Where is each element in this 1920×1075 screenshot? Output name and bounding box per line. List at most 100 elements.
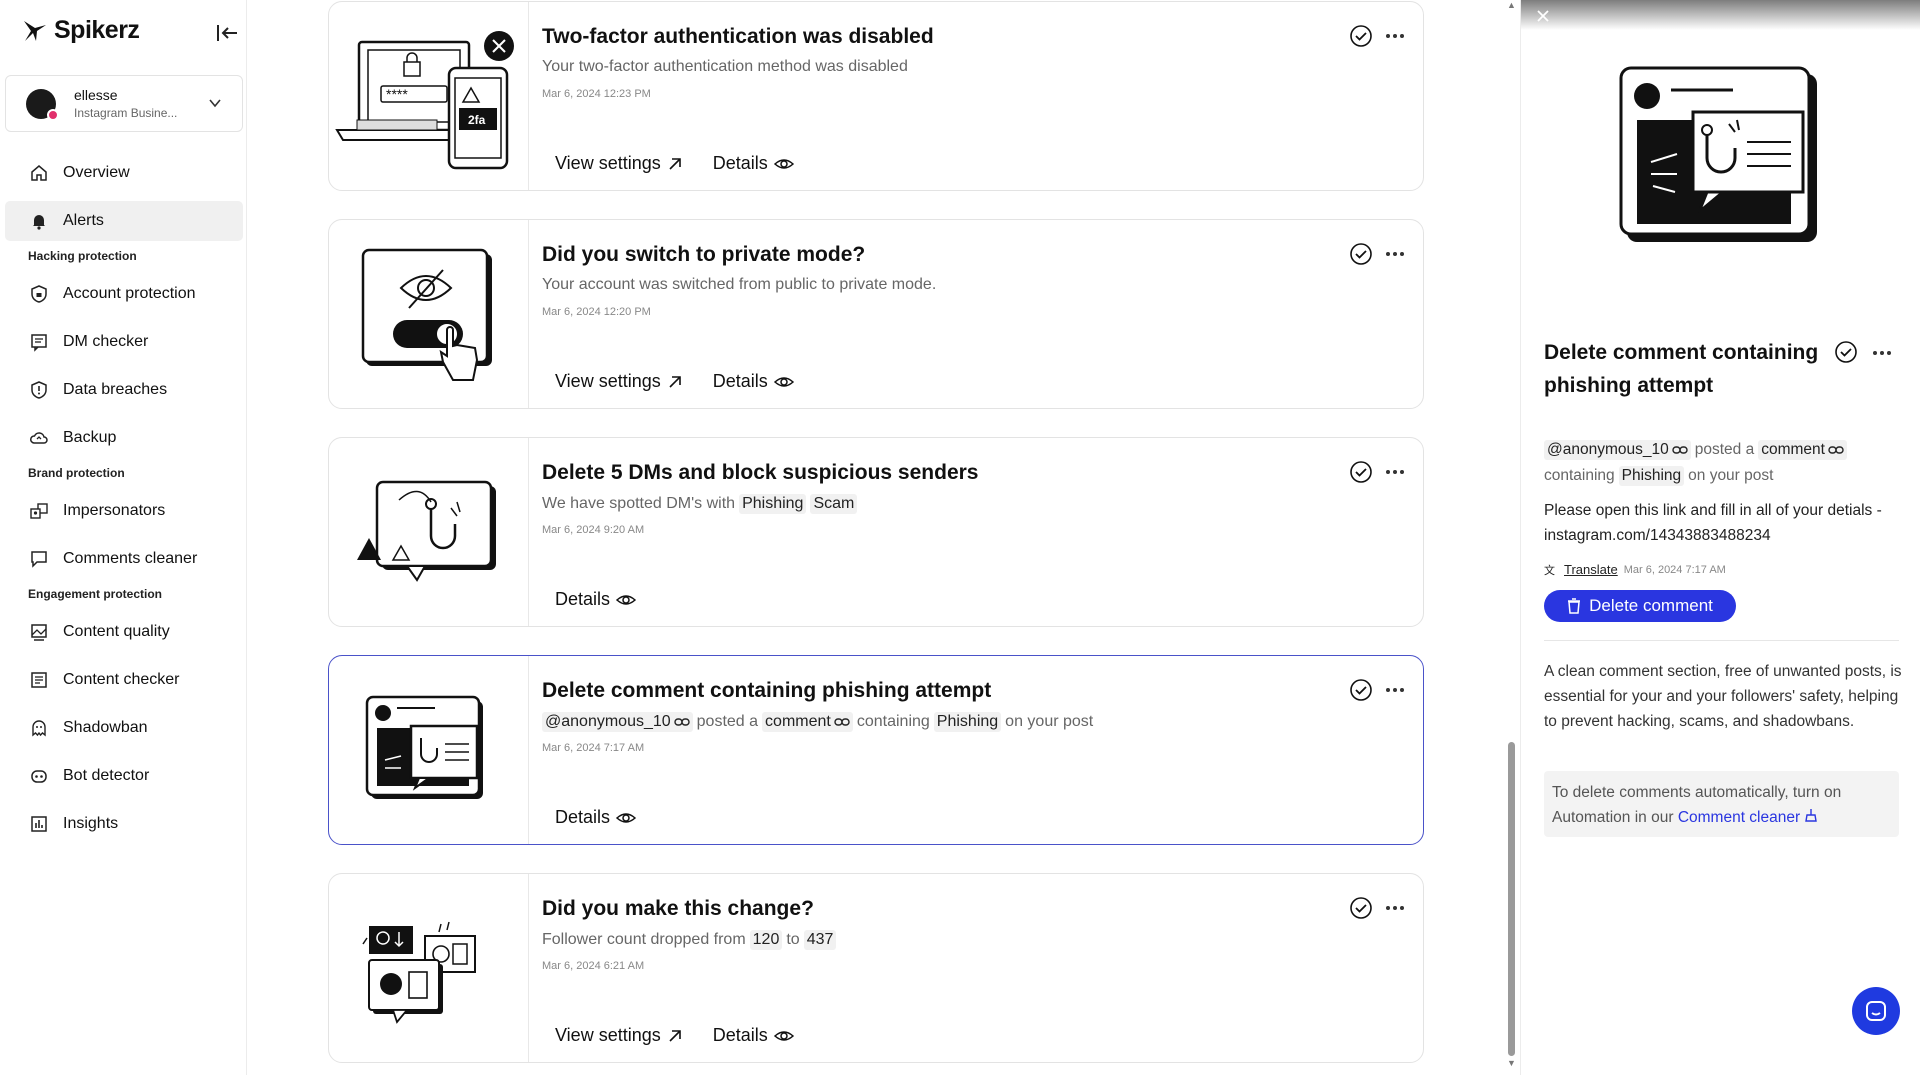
alert-date: Mar 6, 2024 6:21 AM bbox=[542, 960, 645, 972]
sidebar-item-dm-checker[interactable]: DM checker bbox=[5, 322, 243, 362]
alert-illustration bbox=[329, 438, 529, 626]
follower-drop-icon bbox=[362, 921, 476, 1024]
translate-link[interactable]: Translate bbox=[1564, 562, 1618, 577]
nav-section-engagement: Engagement protection bbox=[28, 587, 163, 601]
sidebar-nav: Overview Alerts Hacking protection Accou… bbox=[5, 153, 243, 852]
impersonator-icon bbox=[30, 503, 48, 519]
sidebar-item-account-protection[interactable]: Account protection bbox=[5, 274, 243, 314]
sidebar-item-bot-detector[interactable]: Bot detector bbox=[5, 756, 243, 796]
view-settings-label: View settings bbox=[555, 153, 661, 173]
sidebar-item-comments-cleaner[interactable]: Comments cleaner bbox=[5, 539, 243, 579]
alert-illustration bbox=[329, 220, 529, 408]
sidebar-item-label: Overview bbox=[63, 164, 130, 181]
panel-summary-line2: containing Phishing on your post bbox=[1544, 466, 1773, 486]
phishing-comment-illustration bbox=[1619, 66, 1817, 242]
ill-2fa-label: 2fa bbox=[468, 113, 486, 127]
alert-card-private-mode[interactable]: Did you switch to private mode? Your acc… bbox=[328, 219, 1424, 409]
chat-support-button[interactable] bbox=[1852, 987, 1900, 1035]
details-link[interactable]: Details bbox=[555, 807, 637, 828]
alerts-list: **** 2fa Two-factor authentication was d… bbox=[248, 0, 1510, 1075]
more-options-icon[interactable] bbox=[1872, 350, 1892, 356]
summary-posted: posted a bbox=[1694, 441, 1755, 458]
collapse-sidebar-icon[interactable] bbox=[215, 22, 239, 44]
account-name: ellesse bbox=[74, 87, 118, 103]
more-options-icon[interactable] bbox=[1385, 469, 1405, 475]
alert-description: Your account was switched from public to… bbox=[542, 276, 937, 293]
mark-resolved-check-icon[interactable] bbox=[1834, 340, 1858, 364]
details-link[interactable]: Details bbox=[713, 1025, 794, 1046]
phishing-dm-icon bbox=[357, 480, 496, 582]
alert-card-2fa[interactable]: **** 2fa Two-factor authentication was d… bbox=[328, 1, 1424, 191]
alert-detail-panel: Delete comment containing phishing attem… bbox=[1520, 0, 1920, 1075]
mark-resolved-check-icon[interactable] bbox=[1349, 24, 1373, 48]
bar-chart-icon bbox=[31, 816, 47, 832]
alert-description: We have spotted DM's with Phishing Scam bbox=[542, 494, 858, 514]
close-icon[interactable] bbox=[1535, 8, 1551, 24]
summary-containing: containing bbox=[1544, 467, 1615, 484]
tag-scam: Scam bbox=[810, 494, 858, 514]
sidebar-item-shadowban[interactable]: Shadowban bbox=[5, 708, 243, 748]
alert-desc-text: Follower count dropped from bbox=[542, 931, 746, 948]
scroll-up-arrow-icon[interactable]: ▲ bbox=[1507, 0, 1516, 10]
sidebar-item-content-checker[interactable]: Content checker bbox=[5, 660, 243, 700]
more-options-icon[interactable] bbox=[1385, 251, 1405, 257]
alert-title: Two-factor authentication was disabled bbox=[542, 25, 934, 48]
cloud-backup-icon bbox=[30, 432, 48, 444]
sidebar-item-insights[interactable]: Insights bbox=[5, 804, 243, 844]
user-chip[interactable]: @anonymous_10 bbox=[1544, 440, 1691, 460]
alert-desc-text: We have spotted DM's with bbox=[542, 495, 736, 512]
sidebar-item-label: Content quality bbox=[63, 623, 170, 640]
mark-resolved-check-icon[interactable] bbox=[1349, 460, 1373, 484]
eye-icon bbox=[773, 158, 794, 169]
alert-card-dms[interactable]: Delete 5 DMs and block suspicious sender… bbox=[328, 437, 1424, 627]
comment-chip[interactable]: comment bbox=[762, 712, 853, 732]
panel-summary-line1: @anonymous_10 posted a comment bbox=[1544, 440, 1847, 460]
more-options-icon[interactable] bbox=[1385, 33, 1405, 39]
sidebar-item-backup[interactable]: Backup bbox=[5, 418, 243, 458]
tag-phishing: Phishing bbox=[933, 712, 1002, 732]
phishing-comment-icon bbox=[365, 695, 483, 799]
sidebar-item-content-quality[interactable]: Content quality bbox=[5, 612, 243, 652]
details-link[interactable]: Details bbox=[713, 371, 794, 392]
view-settings-link[interactable]: View settings bbox=[555, 371, 683, 392]
delete-comment-button[interactable]: Delete comment bbox=[1544, 590, 1736, 622]
laptop-phone-2fa-icon: **** 2fa bbox=[335, 31, 514, 170]
user-chip[interactable]: @anonymous_10 bbox=[542, 712, 693, 732]
eye-icon bbox=[616, 812, 637, 823]
mark-resolved-check-icon[interactable] bbox=[1349, 242, 1373, 266]
bell-icon bbox=[33, 215, 45, 230]
sidebar-item-alerts[interactable]: Alerts bbox=[5, 201, 243, 241]
alert-card-follower-change[interactable]: Did you make this change? Follower count… bbox=[328, 873, 1424, 1063]
view-settings-link[interactable]: View settings bbox=[555, 1025, 683, 1046]
mark-resolved-check-icon[interactable] bbox=[1349, 896, 1373, 920]
main-scrollbar[interactable]: ▲ ▼ bbox=[1506, 0, 1518, 1075]
comment-date: Mar 6, 2024 7:17 AM bbox=[1623, 563, 1726, 576]
alert-description: Your two-factor authentication method wa… bbox=[542, 58, 908, 75]
view-settings-label: View settings bbox=[555, 1025, 661, 1045]
mark-resolved-check-icon[interactable] bbox=[1349, 678, 1373, 702]
shield-alert-icon bbox=[31, 381, 47, 399]
user-handle: @anonymous_10 bbox=[545, 713, 671, 730]
sidebar-item-data-breaches[interactable]: Data breaches bbox=[5, 370, 243, 410]
comment-chip[interactable]: comment bbox=[1758, 440, 1847, 460]
details-link[interactable]: Details bbox=[713, 153, 794, 174]
image-quality-icon bbox=[31, 624, 47, 641]
details-label: Details bbox=[712, 371, 768, 391]
sidebar-item-label: DM checker bbox=[63, 333, 149, 350]
account-switcher[interactable]: ellesse Instagram Busine... bbox=[5, 75, 243, 132]
scrollbar-thumb[interactable] bbox=[1508, 742, 1515, 1056]
details-link[interactable]: Details bbox=[555, 589, 637, 610]
sidebar-item-impersonators[interactable]: Impersonators bbox=[5, 491, 243, 531]
view-settings-link[interactable]: View settings bbox=[555, 153, 683, 174]
more-options-icon[interactable] bbox=[1385, 905, 1405, 911]
alert-description: Follower count dropped from 120 to 437 bbox=[542, 930, 837, 950]
scroll-down-arrow-icon[interactable]: ▼ bbox=[1507, 1058, 1516, 1068]
alert-date: Mar 6, 2024 12:20 PM bbox=[542, 306, 651, 318]
more-options-icon[interactable] bbox=[1385, 687, 1405, 693]
alert-illustration bbox=[329, 656, 529, 844]
instagram-badge-icon bbox=[47, 108, 59, 121]
spikerz-logo[interactable]: Spikerz bbox=[22, 16, 140, 45]
comment-cleaner-link[interactable]: Comment cleaner bbox=[1678, 809, 1819, 826]
sidebar-item-overview[interactable]: Overview bbox=[5, 153, 243, 193]
alert-card-phishing-comment[interactable]: Delete comment containing phishing attem… bbox=[328, 655, 1424, 845]
